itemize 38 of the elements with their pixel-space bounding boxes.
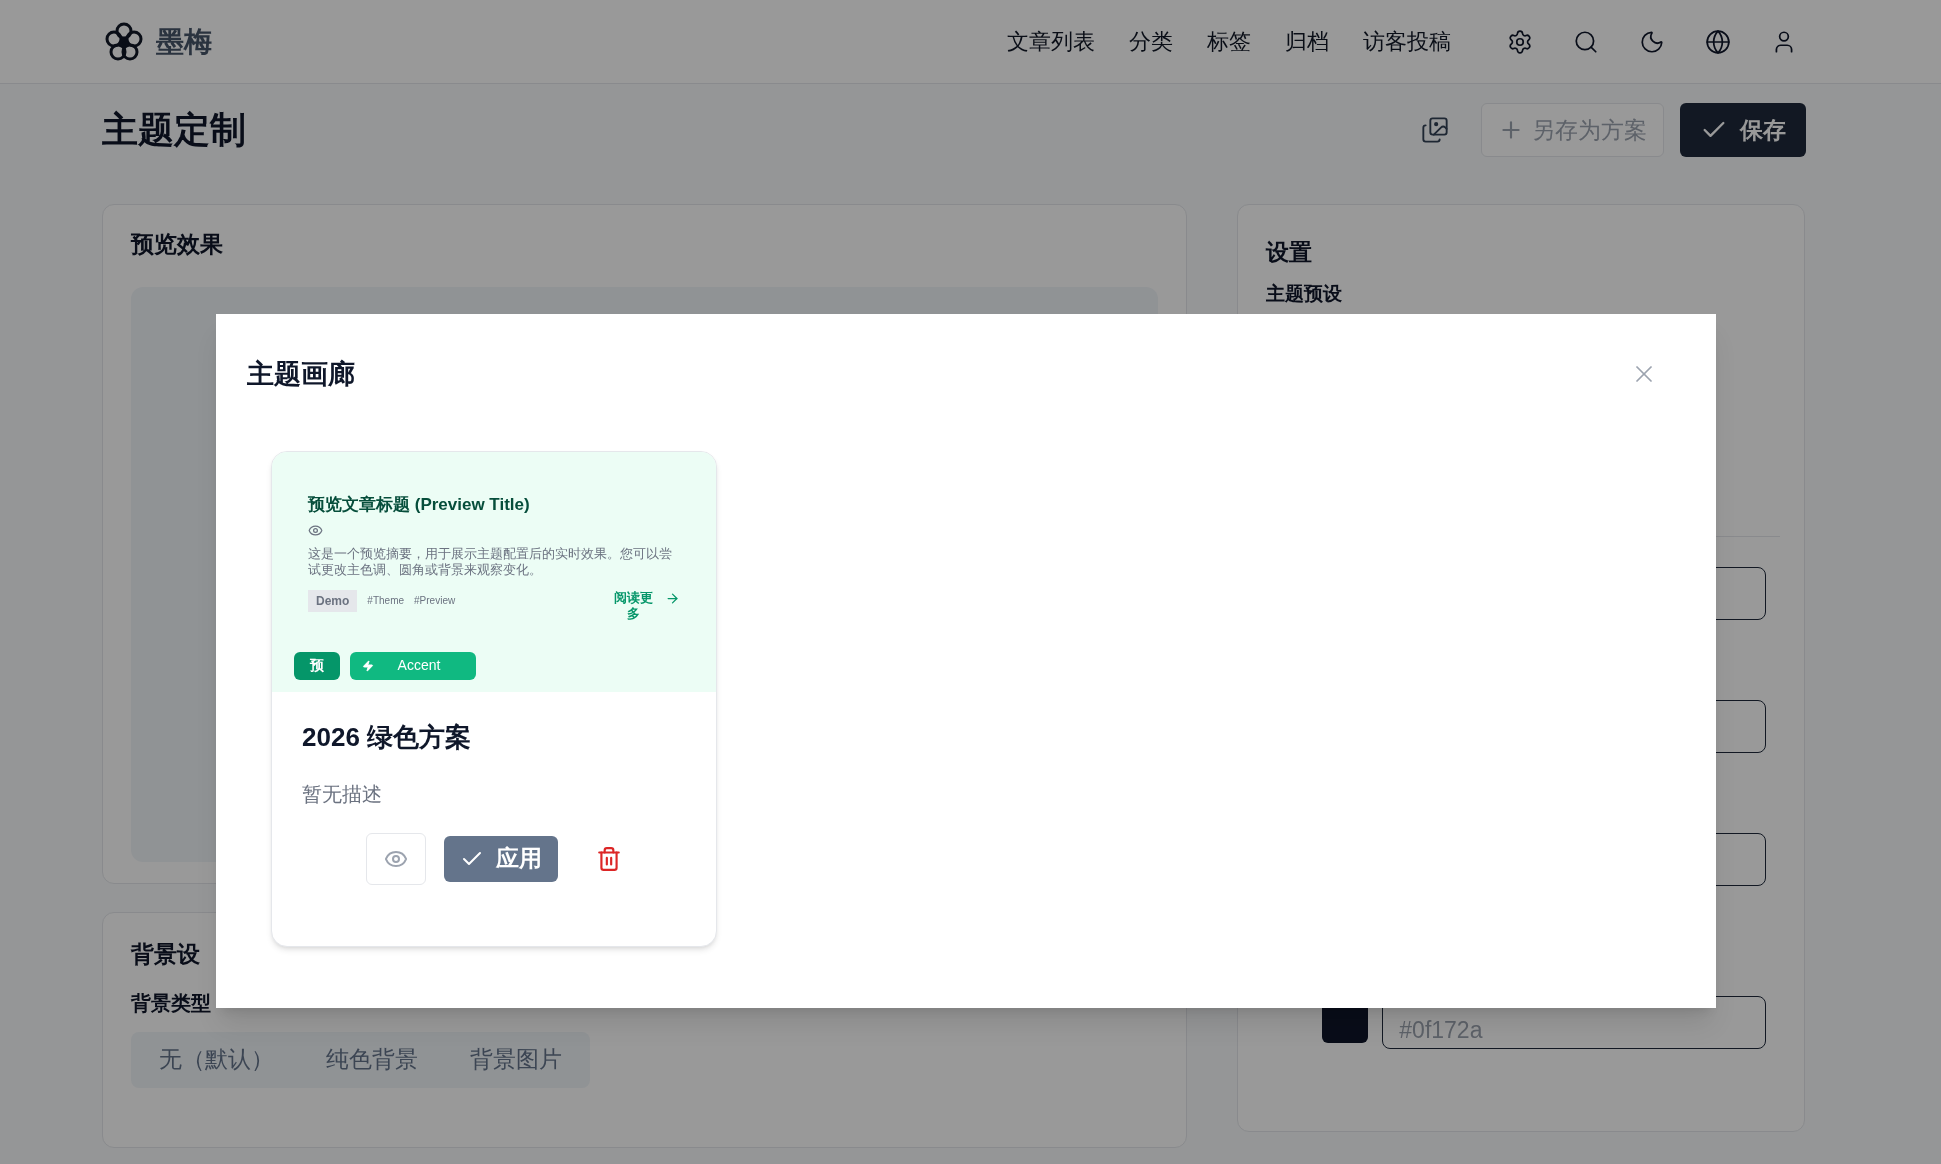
- hashtag: #Theme: [367, 594, 405, 608]
- dialog-title: 主题画廊: [247, 358, 355, 391]
- nav-link[interactable]: 归档: [1285, 25, 1329, 58]
- field-label: 主题预设: [1266, 281, 1344, 306]
- moon-icon[interactable]: [1639, 28, 1665, 55]
- segment-option[interactable]: 纯色背景: [302, 1035, 442, 1084]
- field-label: 背景类型: [131, 990, 212, 1016]
- nav-link[interactable]: 标签: [1207, 25, 1251, 58]
- preview-summary: 这是一个预览摘要，用于展示主题配置后的实时效果。您可以尝试更改主色调、圆角或背景来观察变化。: [308, 546, 673, 578]
- panel-title: 预览效果: [131, 230, 224, 259]
- read-more-link[interactable]: 阅读更多: [611, 590, 655, 622]
- panel-title: 设置: [1266, 238, 1314, 267]
- preview-title: 预览文章标题 (Preview Title): [308, 493, 531, 516]
- settings-icon[interactable]: [1507, 28, 1533, 55]
- segment-option[interactable]: 无（默认）: [135, 1035, 298, 1084]
- nav-link[interactable]: 文章列表: [1007, 25, 1095, 58]
- delete-icon[interactable]: [596, 845, 622, 872]
- search-icon[interactable]: [1573, 28, 1599, 55]
- preview-primary-button[interactable]: 预: [294, 651, 340, 680]
- theme-name: 2026 绿色方案: [302, 720, 473, 754]
- flower-logo-icon: [104, 21, 144, 62]
- gallery-icon[interactable]: [1421, 116, 1449, 144]
- theme-description: 暂无描述: [302, 781, 383, 807]
- accent-action-button[interactable]: Accent: [350, 651, 476, 680]
- nav-link[interactable]: 访客投稿: [1363, 25, 1451, 58]
- globe-icon[interactable]: [1705, 28, 1731, 55]
- nav-link[interactable]: 分类: [1129, 25, 1173, 58]
- panel-title: 背景设: [131, 940, 201, 969]
- lightning-icon: [362, 659, 374, 672]
- hashtag: #Preview: [414, 594, 456, 608]
- apply-button[interactable]: 应用: [444, 835, 558, 882]
- segment-option[interactable]: 背景图片: [446, 1035, 586, 1084]
- eye-icon: [308, 523, 323, 538]
- category-tag: Demo: [308, 590, 358, 612]
- save-button[interactable]: 保存: [1680, 103, 1806, 157]
- site-name[interactable]: 墨梅: [156, 20, 212, 63]
- arrow-right-icon: [665, 591, 680, 606]
- page-title: 主题定制: [102, 108, 246, 152]
